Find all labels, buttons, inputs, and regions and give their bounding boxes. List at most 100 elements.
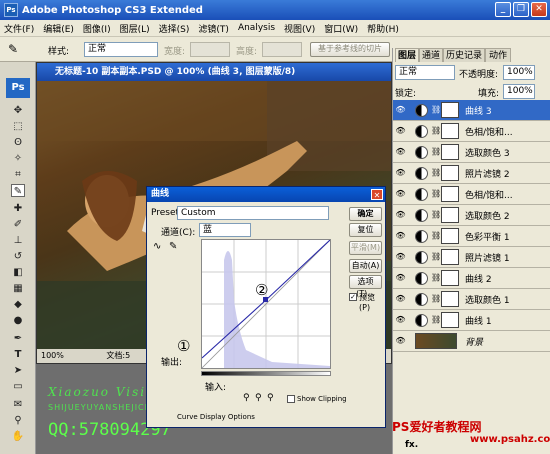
menu-edit[interactable]: 编辑(E) [43, 22, 74, 35]
tab-channels[interactable]: 通道 [419, 48, 443, 62]
menu-view[interactable]: 视图(V) [284, 22, 315, 35]
preset-select[interactable]: Custom [177, 206, 329, 220]
layer-row[interactable]: 👁 ⛓ 色相/饱和... [393, 184, 550, 205]
curves-dialog-title[interactable]: 曲线 [147, 187, 385, 202]
layer-row[interactable]: 👁 ⛓ 曲线 2 [393, 268, 550, 289]
layer-mask-thumbnail[interactable] [441, 123, 459, 139]
lasso-tool-icon[interactable]: ʘ [11, 136, 25, 149]
visibility-eye-icon[interactable]: 👁 [395, 315, 406, 325]
visibility-eye-icon[interactable]: 👁 [395, 294, 406, 304]
layer-row[interactable]: 👁 ⛓ 曲线 3 [393, 100, 550, 121]
type-tool-icon[interactable]: T [11, 348, 25, 361]
blur-tool-icon[interactable]: ◆ [11, 298, 25, 311]
dialog-close-icon[interactable]: ✕ [371, 189, 383, 200]
layer-row[interactable]: 👁 ⛓ 曲线 1 [393, 310, 550, 331]
slices-from-guides-button[interactable]: 基于参考线的切片 [310, 42, 390, 57]
layer-mask-thumbnail[interactable] [441, 186, 459, 202]
visibility-eye-icon[interactable]: 👁 [395, 105, 406, 115]
menu-image[interactable]: 图像(I) [83, 22, 111, 35]
link-chain-icon[interactable]: ⛓ [431, 252, 441, 261]
magic-wand-icon[interactable]: ✧ [11, 152, 25, 165]
document-title[interactable]: 无标题-10 副本副本.PSD @ 100% (曲线 3, 图层蒙版/8) [37, 63, 391, 81]
layer-row[interactable]: 👁 ⛓ 照片滤镜 1 [393, 247, 550, 268]
layer-mask-thumbnail[interactable] [441, 102, 459, 118]
layer-mask-thumbnail[interactable] [441, 291, 459, 307]
zoom-level[interactable]: 100% [41, 351, 64, 360]
layer-row[interactable]: 👁 ⛓ 选取颜色 2 [393, 205, 550, 226]
ok-button[interactable]: 确定 [349, 207, 382, 221]
link-chain-icon[interactable]: ⛓ [431, 189, 441, 198]
fill-input[interactable]: 100% [503, 84, 535, 99]
slice-tool-icon[interactable]: ✎ [8, 42, 18, 56]
pen-tool-icon[interactable]: ✒ [11, 332, 25, 345]
crop-tool-icon[interactable]: ⌗ [11, 168, 25, 181]
path-select-icon[interactable]: ➤ [11, 364, 25, 377]
close-button[interactable]: ✕ [531, 2, 547, 17]
white-eyedropper-icon[interactable]: ⚲ [267, 393, 274, 403]
minimize-button[interactable]: _ [495, 2, 511, 17]
hand-tool-icon[interactable]: ✋ [11, 430, 25, 443]
curve-graph[interactable] [201, 239, 331, 369]
reset-button[interactable]: 复位 [349, 223, 382, 237]
auto-button[interactable]: 自动(A) [349, 259, 382, 273]
curve-display-options[interactable]: Curve Display Options [177, 413, 255, 421]
layer-row[interactable]: 👁 ⛓ 照片滤镜 2 [393, 163, 550, 184]
width-field[interactable] [190, 42, 230, 57]
link-chain-icon[interactable]: ⛓ [431, 315, 441, 324]
doc-size[interactable]: 文档:5 [106, 351, 130, 360]
visibility-eye-icon[interactable]: 👁 [395, 231, 406, 241]
options-button[interactable]: 选项(T)... [349, 275, 382, 298]
layer-row[interactable]: 👁 ⛓ 色彩平衡 1 [393, 226, 550, 247]
menu-window[interactable]: 窗口(W) [324, 22, 358, 35]
layer-mask-thumbnail[interactable] [441, 312, 459, 328]
visibility-eye-icon[interactable]: 👁 [395, 168, 406, 178]
brush-tool-icon[interactable]: ✐ [11, 218, 25, 231]
layer-row[interactable]: 👁 背景 [393, 331, 550, 352]
preview-checkbox[interactable]: ✓ [349, 293, 357, 301]
layer-mask-thumbnail[interactable] [441, 270, 459, 286]
link-chain-icon[interactable]: ⛓ [431, 210, 441, 219]
marquee-tool-icon[interactable]: ⬚ [11, 120, 25, 133]
link-chain-icon[interactable]: ⛓ [431, 126, 441, 135]
link-chain-icon[interactable]: ⛓ [431, 147, 441, 156]
curve-point-tool-icon[interactable]: ∿ [153, 241, 161, 252]
gradient-tool-icon[interactable]: ▦ [11, 282, 25, 295]
visibility-eye-icon[interactable]: 👁 [395, 147, 406, 157]
smooth-button[interactable]: 平滑(M) [349, 241, 382, 255]
blend-mode-select[interactable]: 正常 [395, 65, 455, 80]
healing-brush-icon[interactable]: ✚ [11, 202, 25, 215]
tab-actions[interactable]: 动作 [485, 48, 511, 62]
visibility-eye-icon[interactable]: 👁 [395, 336, 406, 346]
link-chain-icon[interactable]: ⛓ [431, 231, 441, 240]
layer-mask-thumbnail[interactable] [441, 207, 459, 223]
pencil-tool-icon[interactable]: ✎ [169, 241, 177, 252]
height-field[interactable] [262, 42, 302, 57]
eraser-tool-icon[interactable]: ◧ [11, 266, 25, 279]
visibility-eye-icon[interactable]: 👁 [395, 189, 406, 199]
layer-mask-thumbnail[interactable] [441, 144, 459, 160]
move-tool-icon[interactable]: ✥ [11, 104, 25, 117]
layer-row[interactable]: 👁 ⛓ 选取颜色 1 [393, 289, 550, 310]
slice-tool-icon[interactable]: ✎ [11, 184, 25, 197]
eyedropper-tool-icon[interactable]: ⚲ [11, 414, 25, 427]
black-eyedropper-icon[interactable]: ⚲ [243, 393, 250, 403]
link-chain-icon[interactable]: ⛓ [431, 168, 441, 177]
style-select[interactable]: 正常 [84, 42, 158, 57]
layer-effects-icon[interactable]: fx. [405, 440, 418, 450]
layer-row[interactable]: 👁 ⛓ 选取颜色 3 [393, 142, 550, 163]
opacity-input[interactable]: 100% [503, 65, 535, 80]
channel-select[interactable]: 蓝 [199, 223, 251, 237]
background-thumbnail[interactable] [415, 333, 457, 349]
layer-mask-thumbnail[interactable] [441, 228, 459, 244]
menu-help[interactable]: 帮助(H) [367, 22, 399, 35]
tab-layers[interactable]: 图层 [395, 48, 419, 62]
layer-mask-thumbnail[interactable] [441, 249, 459, 265]
menu-select[interactable]: 选择(S) [159, 22, 190, 35]
shape-tool-icon[interactable]: ▭ [11, 380, 25, 393]
dodge-tool-icon[interactable]: ● [11, 314, 25, 327]
gray-eyedropper-icon[interactable]: ⚲ [255, 393, 262, 403]
notes-tool-icon[interactable]: ✉ [11, 398, 25, 411]
clone-stamp-icon[interactable]: ⊥ [11, 234, 25, 247]
link-chain-icon[interactable]: ⛓ [431, 294, 441, 303]
tab-history[interactable]: 历史记录 [443, 48, 485, 62]
